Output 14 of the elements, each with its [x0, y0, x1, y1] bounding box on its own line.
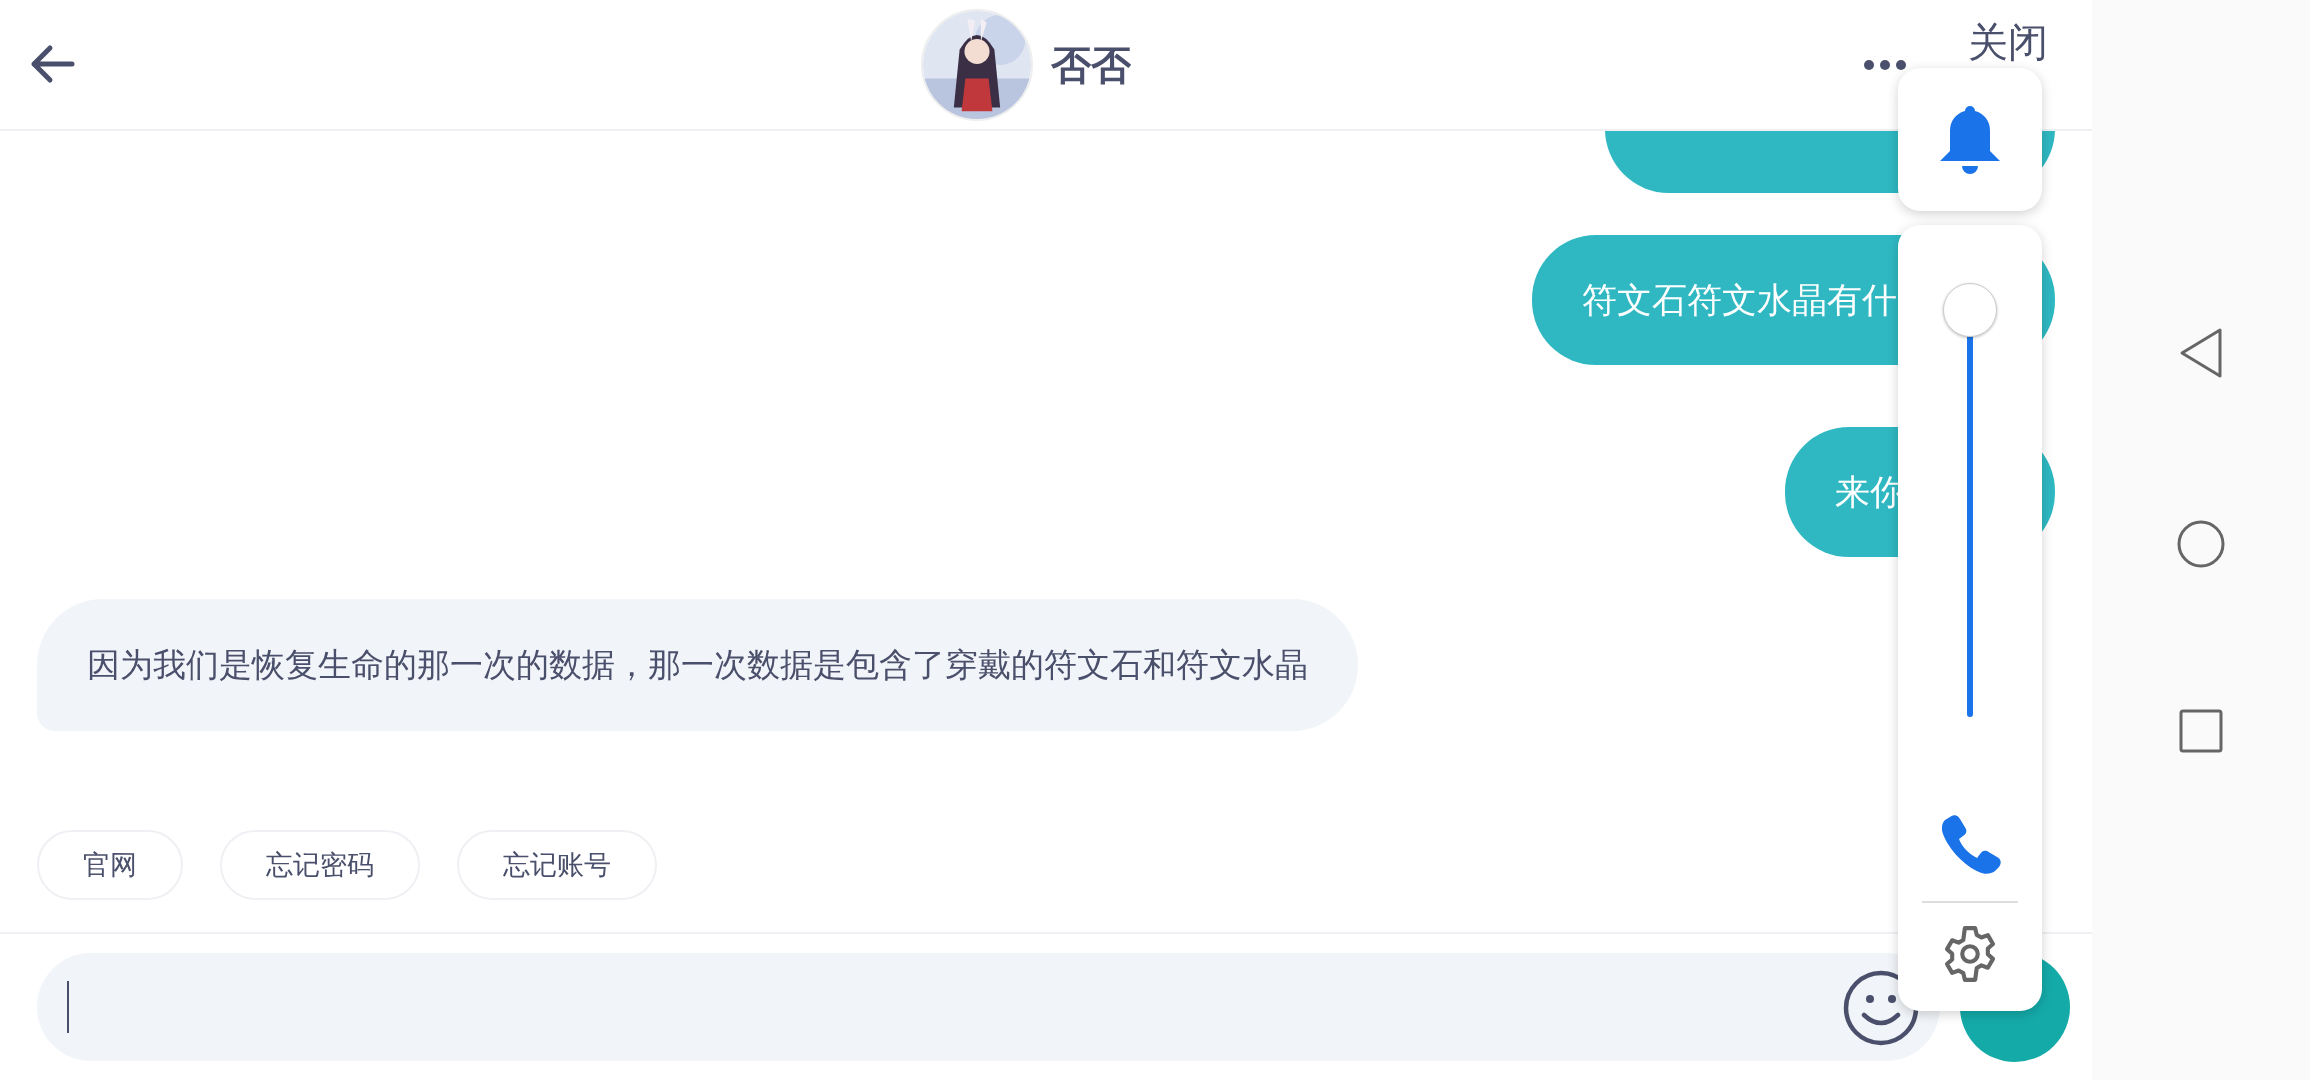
message-bubble: 因为我们是恢复生命的那一次的数据，那一次数据是包含了穿戴的符文石和符文水晶	[37, 599, 1358, 731]
home-nav-icon[interactable]	[2176, 519, 2226, 569]
slider-thumb[interactable]	[1943, 282, 1997, 337]
emoji-icon[interactable]	[1842, 969, 1920, 1047]
back-nav-icon[interactable]	[2178, 327, 2224, 379]
quick-reply-chip[interactable]: 官网	[37, 830, 183, 900]
text-cursor	[67, 981, 69, 1033]
chat-title: 否否	[1051, 40, 1131, 90]
quick-reply-chip[interactable]: 忘记密码	[220, 830, 420, 900]
recents-nav-icon[interactable]	[2179, 709, 2223, 753]
more-icon[interactable]	[1862, 58, 1908, 72]
close-link[interactable]: 关闭	[1968, 22, 2048, 62]
bell-icon[interactable]	[1938, 103, 2002, 176]
quick-reply-chip[interactable]: 忘记账号	[457, 830, 657, 900]
